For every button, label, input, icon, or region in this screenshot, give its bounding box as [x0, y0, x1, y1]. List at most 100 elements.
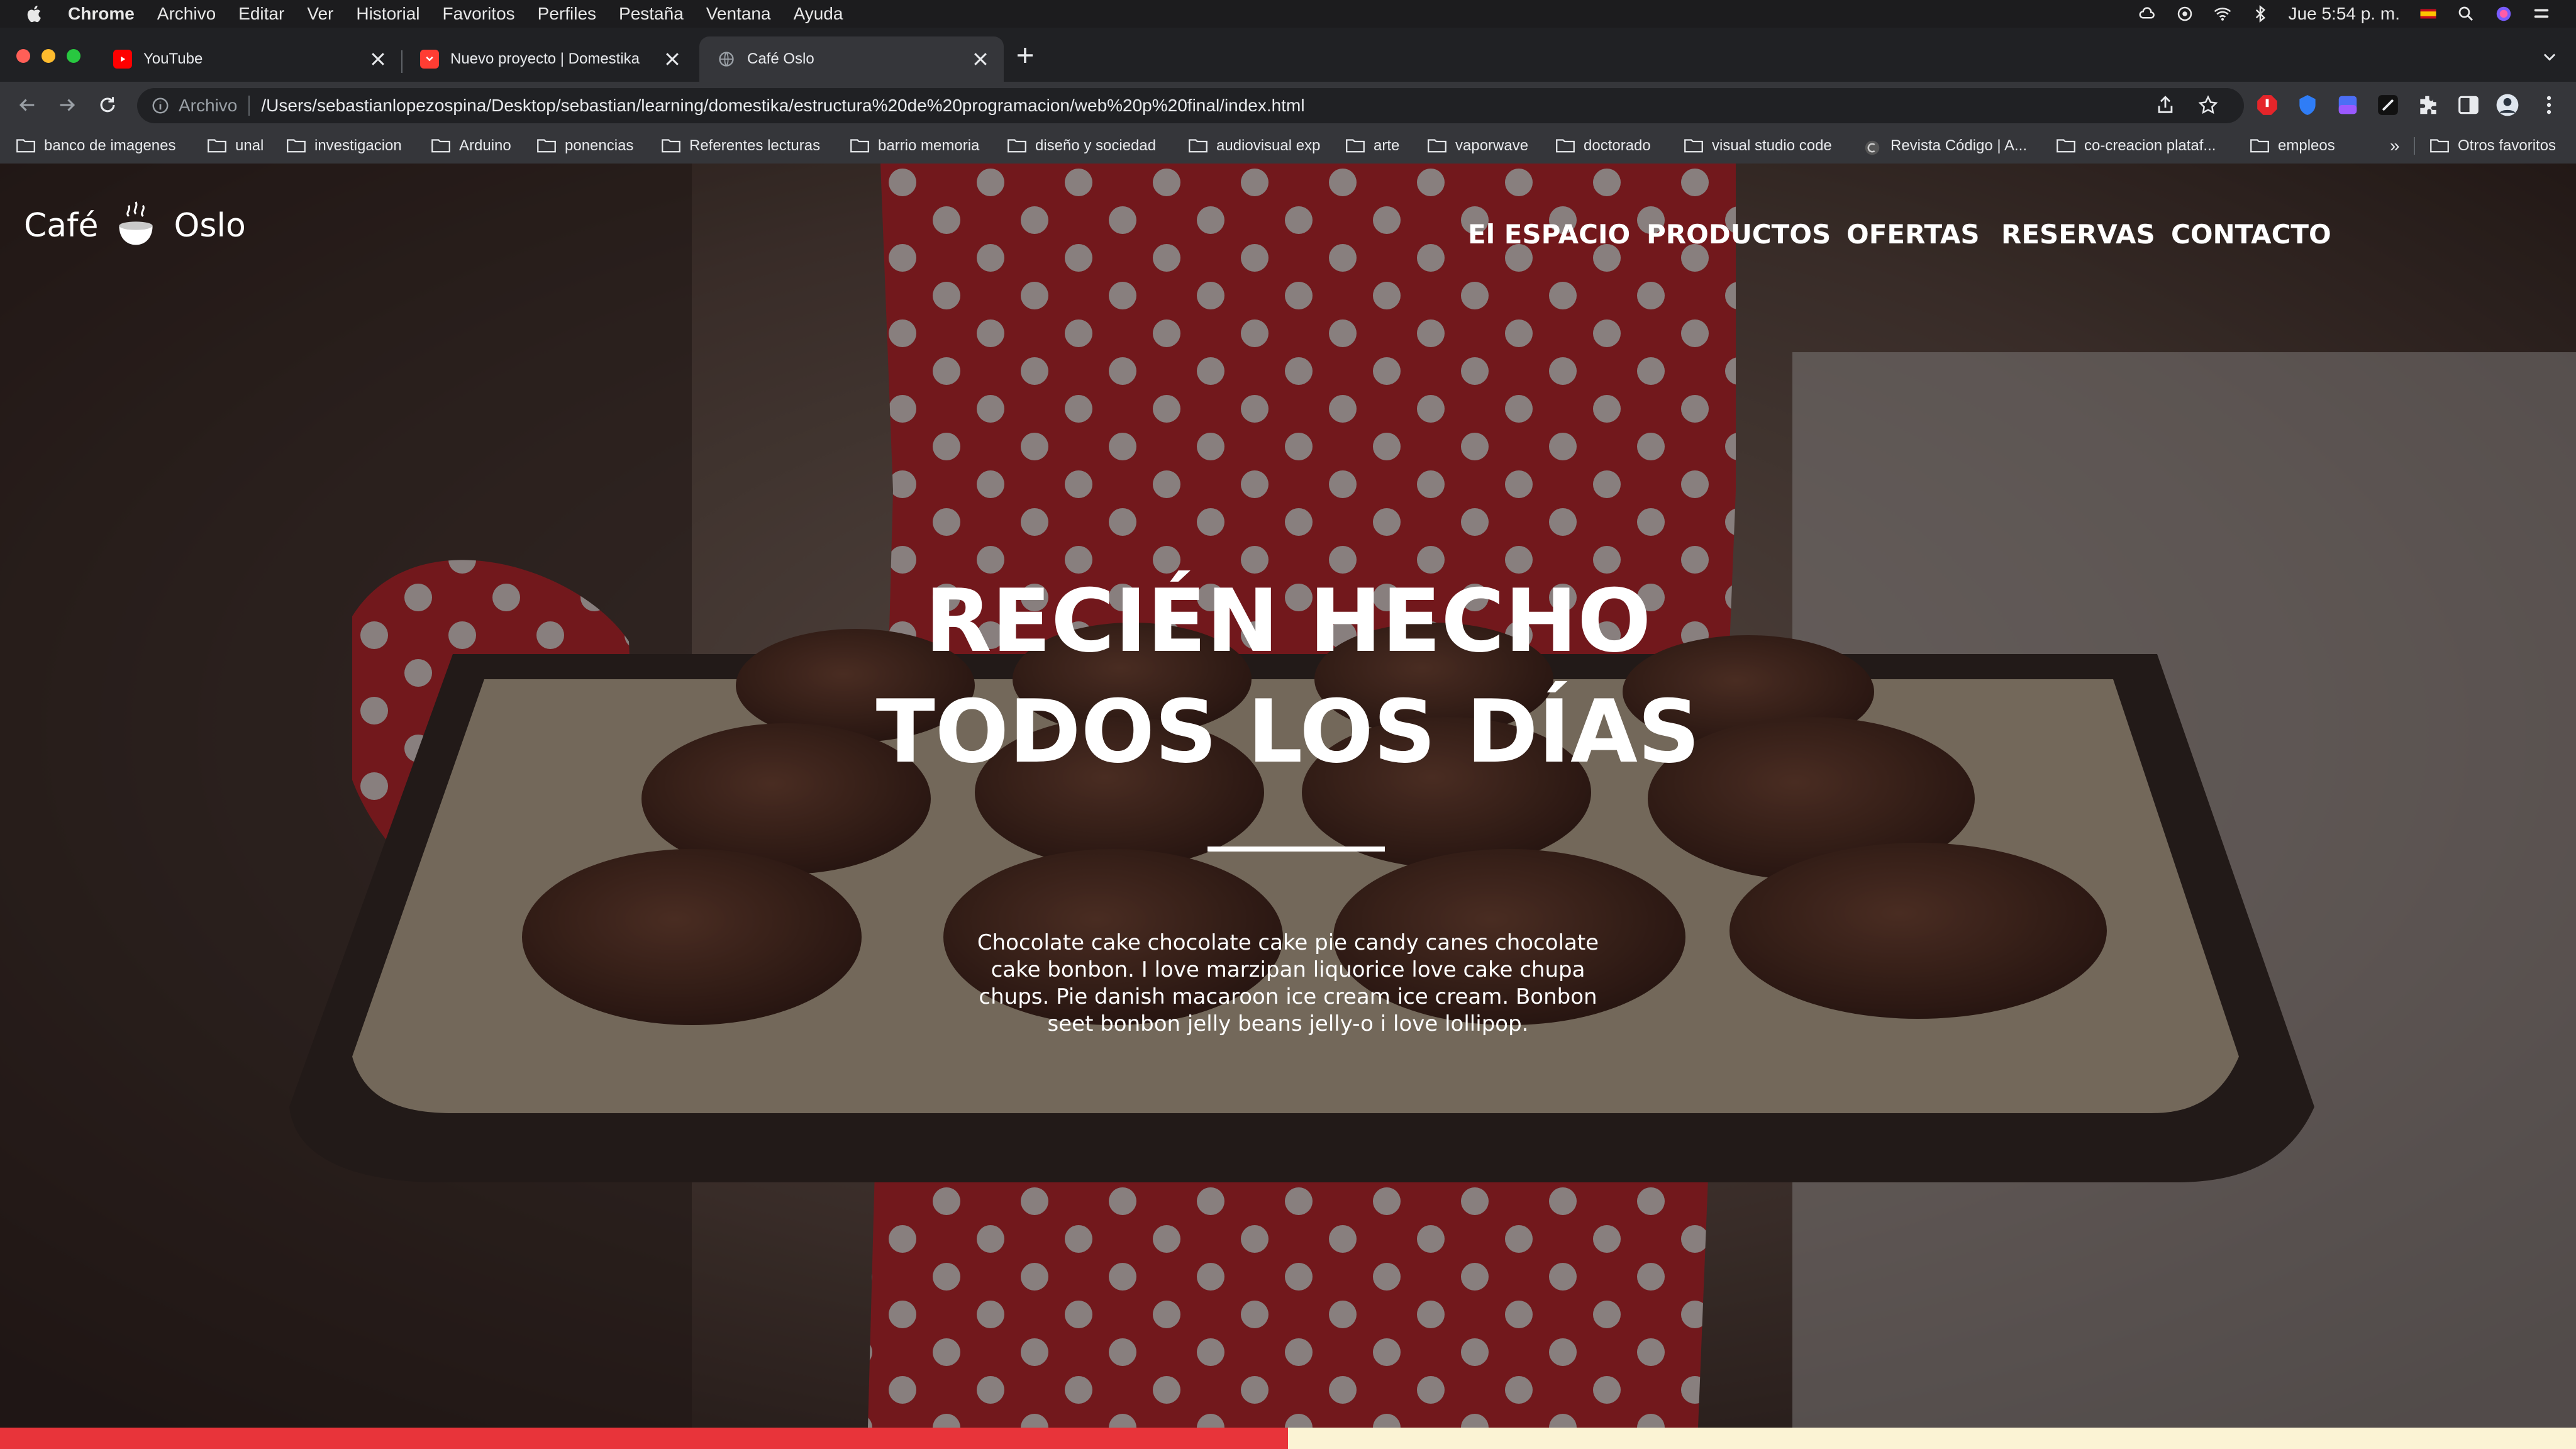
bookmark-item[interactable]: diseño y sociedad — [1008, 135, 1156, 157]
bookmark-item[interactable]: visual studio code — [1684, 135, 1832, 157]
menubar-clock[interactable]: Jue 5:54 p. m. — [2289, 4, 2400, 24]
shield-extension-icon[interactable] — [2296, 93, 2319, 117]
folder-icon — [850, 138, 869, 153]
bluetooth-icon[interactable] — [2251, 4, 2270, 23]
other-bookmarks[interactable]: Otros favoritos — [2430, 135, 2556, 157]
folder-icon — [1189, 138, 1208, 153]
tab-cafe-oslo[interactable]: Café Oslo — [699, 36, 1004, 82]
tab-youtube[interactable]: YouTube — [96, 36, 401, 82]
menu-app-chrome[interactable]: Chrome — [68, 4, 135, 24]
hero-headline-line2: TODOS LOS DÍAS — [875, 681, 1701, 782]
folder-icon — [1556, 138, 1575, 153]
bookmark-label: empleos — [2278, 137, 2335, 154]
folder-icon — [16, 138, 35, 153]
nav-link-el-espacio[interactable]: El ESPACIO — [1468, 219, 1630, 250]
window-zoom-button[interactable] — [67, 49, 80, 63]
url-text[interactable]: /Users/sebastianlopezospina/Desktop/seba… — [261, 96, 1304, 116]
close-tab-icon[interactable] — [371, 52, 385, 66]
bookmark-label: diseño y sociedad — [1035, 137, 1157, 154]
folder-icon — [431, 138, 450, 153]
bookmark-item[interactable]: ponencias — [537, 135, 633, 157]
control-center-icon[interactable] — [2532, 4, 2551, 23]
menu-editar[interactable]: Editar — [238, 4, 284, 24]
nav-link-contacto[interactable]: CONTACTO — [2171, 219, 2331, 250]
bookmark-label: Referentes lecturas — [689, 137, 821, 154]
cafe-oslo-logo[interactable]: Café Oslo — [24, 191, 246, 260]
bookmark-item[interactable]: banco de imagenes — [16, 135, 175, 157]
bookmark-label: doctorado — [1584, 137, 1651, 154]
siri-icon[interactable] — [2494, 4, 2513, 23]
menu-favoritos[interactable]: Favoritos — [443, 4, 515, 24]
nav-link-reservas[interactable]: RESERVAS — [2001, 219, 2155, 250]
tab-domestika[interactable]: Nuevo proyecto | Domestika — [402, 36, 696, 82]
accent-band-red — [0, 1428, 1288, 1449]
bookmark-item[interactable]: empleos — [2250, 135, 2335, 157]
sync-icon[interactable] — [2175, 4, 2194, 23]
spotlight-search-icon[interactable] — [2457, 4, 2475, 23]
bookmark-item[interactable]: arte — [1346, 135, 1399, 157]
menu-perfiles[interactable]: Perfiles — [538, 4, 596, 24]
window-close-button[interactable] — [16, 49, 30, 63]
creative-cloud-icon[interactable] — [2138, 4, 2157, 23]
folder-icon — [2250, 138, 2269, 153]
folder-icon — [2430, 138, 2449, 153]
url-separator — [248, 96, 250, 116]
close-tab-icon[interactable] — [974, 52, 987, 66]
bookmarks-overflow-chevron[interactable]: » — [2390, 135, 2400, 157]
site-info-icon[interactable] — [151, 96, 170, 115]
menu-pestana[interactable]: Pestaña — [619, 4, 684, 24]
bookmark-star-icon[interactable] — [2197, 94, 2219, 116]
color-extension-icon[interactable] — [2336, 93, 2360, 117]
tab-title: YouTube — [143, 50, 203, 67]
bookmark-item[interactable]: barrio memoria — [850, 135, 979, 157]
window-minimize-button[interactable] — [42, 49, 55, 63]
nav-link-ofertas[interactable]: OFERTAS — [1846, 219, 1980, 250]
bookmark-item[interactable]: Arduino — [431, 135, 511, 157]
bookmark-label: barrio memoria — [878, 137, 980, 154]
forward-arrow-icon[interactable] — [57, 94, 78, 116]
bookmark-label: arte — [1374, 137, 1400, 154]
profile-avatar[interactable] — [2496, 93, 2519, 117]
bookmark-item[interactable]: unal — [208, 135, 264, 157]
omnibox-actions — [2155, 94, 2219, 116]
side-panel-icon[interactable] — [2457, 93, 2480, 117]
apple-icon[interactable] — [24, 3, 45, 25]
menu-ayuda[interactable]: Ayuda — [794, 4, 843, 24]
menu-archivo[interactable]: Archivo — [157, 4, 216, 24]
new-tab-plus-icon[interactable] — [1014, 44, 1036, 67]
hero-divider — [1208, 847, 1385, 852]
bookmark-item[interactable]: doctorado — [1556, 135, 1651, 157]
bookmark-item[interactable]: co-creacion plataf... — [2057, 135, 2216, 157]
folder-icon — [537, 138, 556, 153]
eyedropper-extension-icon[interactable] — [2376, 93, 2400, 117]
bookmark-item[interactable]: audiovisual exp — [1189, 135, 1320, 157]
tab-search-chevron-icon[interactable] — [2541, 48, 2558, 65]
nav-link-productos[interactable]: PRODUCTOS — [1646, 219, 1831, 250]
bookmark-label: banco de imagenes — [44, 137, 176, 154]
bookmark-item[interactable]: Referentes lecturas — [662, 135, 820, 157]
bookmark-label: unal — [235, 137, 264, 154]
menu-historial[interactable]: Historial — [356, 4, 419, 24]
macos-menu-bar: Chrome Archivo Editar Ver Historial Favo… — [0, 0, 2576, 28]
address-bar[interactable]: Archivo /Users/sebastianlopezospina/Desk… — [137, 88, 2244, 123]
share-icon[interactable] — [2155, 94, 2176, 116]
extensions-puzzle-icon[interactable] — [2416, 93, 2440, 117]
spanish-flag-icon[interactable] — [2419, 4, 2438, 23]
chrome-menu-icon[interactable] — [2537, 93, 2561, 117]
reload-icon[interactable] — [97, 94, 118, 116]
menu-ventana[interactable]: Ventana — [706, 4, 771, 24]
back-arrow-icon[interactable] — [16, 94, 38, 116]
logo-text-left: Café — [24, 207, 99, 245]
bookmark-item[interactable]: investigacion — [287, 135, 402, 157]
bookmark-item[interactable]: Revista Código | A... — [1863, 135, 2027, 157]
bookmark-item[interactable]: vaporwave — [1428, 135, 1528, 157]
other-bookmarks-label: Otros favoritos — [2458, 137, 2557, 154]
close-tab-icon[interactable] — [665, 52, 679, 66]
wifi-icon[interactable] — [2213, 4, 2232, 23]
globe-icon — [717, 50, 736, 69]
hero-description: Chocolate cake chocolate cake pie candy … — [977, 930, 1599, 1036]
adblock-extension-icon[interactable] — [2255, 93, 2279, 117]
bookmark-label: ponencias — [565, 137, 634, 154]
folder-icon — [1684, 138, 1703, 153]
menu-ver[interactable]: Ver — [307, 4, 333, 24]
